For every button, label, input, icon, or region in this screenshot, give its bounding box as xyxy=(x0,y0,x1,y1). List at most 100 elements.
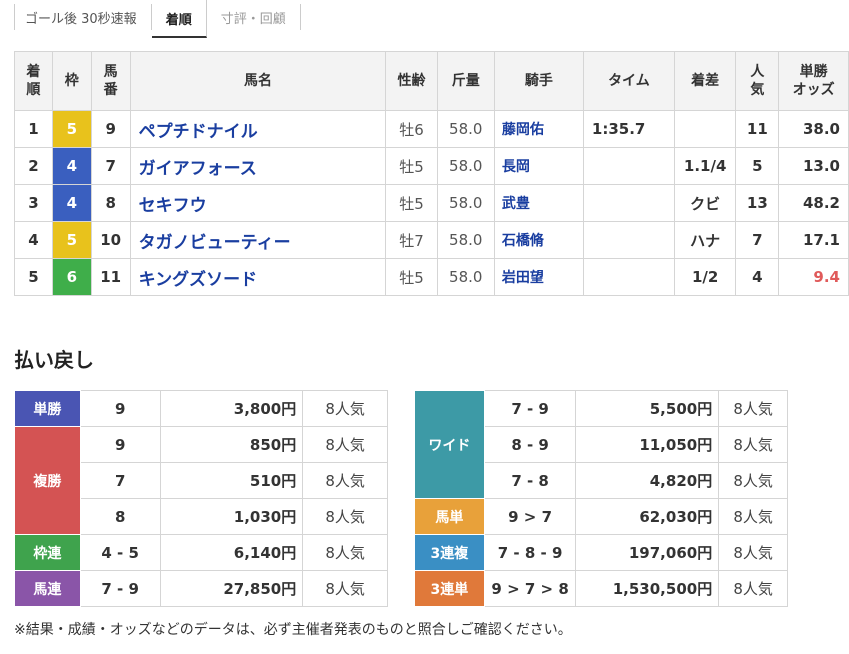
waku-badge: 5 xyxy=(51,221,92,259)
finish-rank: 4 xyxy=(14,221,53,259)
finish-time xyxy=(582,184,675,222)
tab-30sec-report[interactable]: ゴール後 30秒速報 xyxy=(14,4,152,30)
horse-name-link[interactable]: ガイアフォース xyxy=(129,147,387,185)
carried-weight: 58.0 xyxy=(436,258,495,296)
waku-number: 6 xyxy=(52,259,91,295)
finish-time xyxy=(582,258,675,296)
results-header-row: 着 順 枠 馬 番 馬名 性齢 斤量 騎手 タイム 着差 人 気 単勝 オッズ xyxy=(14,51,849,111)
payout-row: 馬単 9 > 7 62,030円 8人気 xyxy=(414,498,788,535)
carried-weight: 58.0 xyxy=(436,110,495,148)
payout-row: 3連単 9 > 7 > 8 1,530,500円 8人気 xyxy=(414,570,788,607)
bet-type-label: 枠連 xyxy=(14,534,81,571)
winning-combination: 8 xyxy=(79,498,161,535)
win-odds: 17.1 xyxy=(778,221,849,259)
bet-type-label: 馬連 xyxy=(14,570,81,607)
winning-combination: 7 - 8 xyxy=(483,462,577,499)
payout-amount: 11,050円 xyxy=(575,426,720,463)
finish-margin: 1.1/4 xyxy=(673,147,737,185)
win-odds: 13.0 xyxy=(778,147,849,185)
payout-popularity: 8人気 xyxy=(302,498,388,535)
carried-weight: 58.0 xyxy=(436,184,495,222)
header-waku: 枠 xyxy=(51,51,92,111)
sex-age: 牡6 xyxy=(385,110,438,148)
horse-number: 8 xyxy=(90,184,131,222)
popularity: 4 xyxy=(735,258,780,296)
horse-number: 10 xyxy=(90,221,131,259)
header-sex-age: 性齢 xyxy=(385,51,438,111)
payout-amount: 27,850円 xyxy=(159,570,304,607)
payout-title: 払い戻し xyxy=(14,348,94,372)
horse-name-link[interactable]: キングズソード xyxy=(129,258,387,296)
finish-time xyxy=(582,221,675,259)
header-weight: 斤量 xyxy=(436,51,495,111)
finish-rank: 1 xyxy=(14,110,53,148)
carried-weight: 58.0 xyxy=(436,147,495,185)
bet-type-label: 3連複 xyxy=(414,534,485,571)
header-popularity: 人 気 xyxy=(735,51,780,111)
sex-age: 牡5 xyxy=(385,258,438,296)
payout-row: 3連複 7 - 8 - 9 197,060円 8人気 xyxy=(414,534,788,571)
result-row: 3 4 8 セキフウ 牡5 58.0 武豊 クビ 13 48.2 xyxy=(14,184,849,222)
bet-type-label: ワイド xyxy=(414,390,485,499)
waku-badge: 6 xyxy=(51,258,92,296)
header-rank: 着 順 xyxy=(14,51,53,111)
payout-amount: 197,060円 xyxy=(575,534,720,571)
jockey-link[interactable]: 石橋脩 xyxy=(493,221,584,259)
waku-badge: 4 xyxy=(51,184,92,222)
finish-rank: 2 xyxy=(14,147,53,185)
payout-amount: 1,030円 xyxy=(159,498,304,535)
header-jockey: 騎手 xyxy=(493,51,584,111)
payout-table-left: 単勝 9 3,800円 8人気 複勝 9 850円 8人気 7 510円 8人気 8 1,030円 8人気… xyxy=(14,390,388,607)
payout-amount: 5,500円 xyxy=(575,390,720,427)
winning-combination: 9 > 7 > 8 xyxy=(483,570,577,607)
horse-number: 9 xyxy=(90,110,131,148)
jockey-link[interactable]: 藤岡佑 xyxy=(493,110,584,148)
finish-margin: ハナ xyxy=(673,221,737,259)
payout-popularity: 8人気 xyxy=(718,462,788,499)
horse-name-link[interactable]: ペプチドナイル xyxy=(129,110,387,148)
horse-name-link[interactable]: タガノビューティー xyxy=(129,221,387,259)
header-margin: 着差 xyxy=(673,51,737,111)
payout-row: 複勝 9 850円 8人気 xyxy=(14,426,388,535)
sex-age: 牡5 xyxy=(385,184,438,222)
result-row: 1 5 9 ペプチドナイル 牡6 58.0 藤岡佑 1:35.7 11 38.0 xyxy=(14,110,849,148)
payout-popularity: 8人気 xyxy=(302,426,388,463)
bet-type-label: 馬単 xyxy=(414,498,485,535)
popularity: 7 xyxy=(735,221,780,259)
horse-number: 11 xyxy=(90,258,131,296)
winning-combination: 9 xyxy=(79,426,161,463)
winning-combination: 9 > 7 xyxy=(483,498,577,535)
tab-finish-order[interactable]: 着順 xyxy=(151,0,207,38)
finish-rank: 5 xyxy=(14,258,53,296)
payout-row: 枠連 4 - 5 6,140円 8人気 xyxy=(14,534,388,571)
header-win-odds: 単勝 オッズ xyxy=(778,51,849,111)
finish-time xyxy=(582,147,675,185)
payout-popularity: 8人気 xyxy=(718,390,788,427)
payout-amount: 4,820円 xyxy=(575,462,720,499)
header-horse-name: 馬名 xyxy=(129,51,387,111)
waku-number: 4 xyxy=(52,185,91,221)
payout-popularity: 8人気 xyxy=(302,462,388,499)
payout-popularity: 8人気 xyxy=(302,570,388,607)
waku-badge: 4 xyxy=(51,147,92,185)
payout-amount: 850円 xyxy=(159,426,304,463)
result-tabs: ゴール後 30秒速報 着順 寸評・回顧 xyxy=(14,0,301,38)
jockey-link[interactable]: 武豊 xyxy=(493,184,584,222)
waku-number: 4 xyxy=(52,148,91,184)
bet-type-label: 複勝 xyxy=(14,426,81,535)
payout-amount: 3,800円 xyxy=(159,390,304,427)
jockey-link[interactable]: 長岡 xyxy=(493,147,584,185)
waku-number: 5 xyxy=(52,111,91,147)
disclaimer-note: ※結果・成績・オッズなどのデータは、必ず主催者発表のものと照合しご確認ください。 xyxy=(14,622,572,638)
horse-name-link[interactable]: セキフウ xyxy=(129,184,387,222)
bet-type-label: 3連単 xyxy=(414,570,485,607)
payout-popularity: 8人気 xyxy=(302,534,388,571)
jockey-link[interactable]: 岩田望 xyxy=(493,258,584,296)
tab-comments-review[interactable]: 寸評・回顧 xyxy=(207,4,301,30)
popularity: 5 xyxy=(735,147,780,185)
result-row: 2 4 7 ガイアフォース 牡5 58.0 長岡 1.1/4 5 13.0 xyxy=(14,147,849,185)
carried-weight: 58.0 xyxy=(436,221,495,259)
winning-combination: 7 xyxy=(79,462,161,499)
sex-age: 牡7 xyxy=(385,221,438,259)
payout-popularity: 8人気 xyxy=(302,390,388,427)
